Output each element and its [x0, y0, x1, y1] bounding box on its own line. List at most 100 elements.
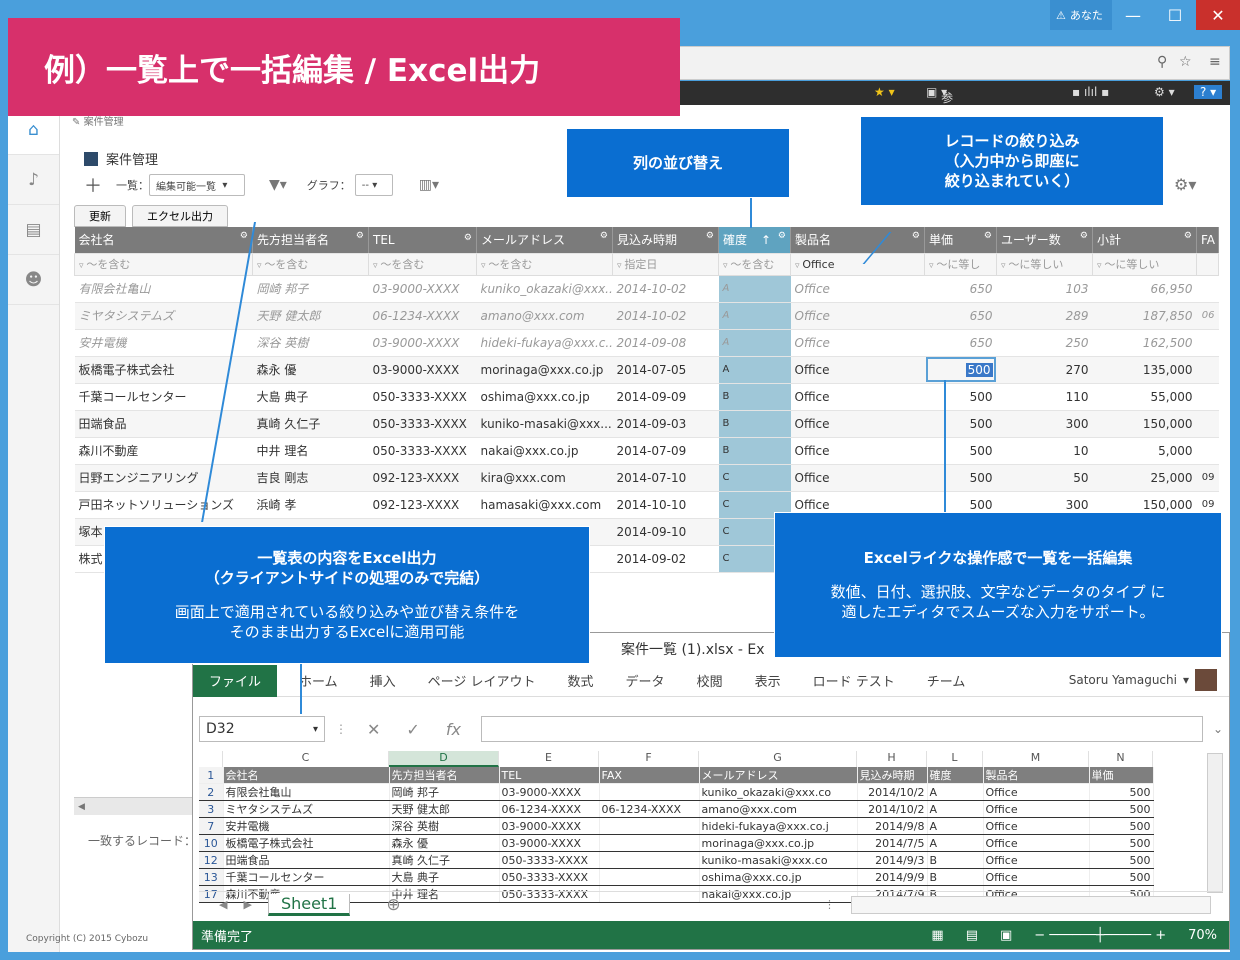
table-cell[interactable]: 06	[1196, 302, 1219, 330]
column-letter[interactable]: M	[983, 751, 1089, 767]
ribbon-tab[interactable]: ファイル	[193, 664, 278, 697]
spaces-menu[interactable]: ▣ 参加中のスペース ▾	[926, 85, 953, 224]
table-cell[interactable]: kuniko-masaki@xxx...	[476, 410, 613, 438]
table-cell[interactable]: 55,000	[1092, 383, 1197, 411]
sheet-cell[interactable]: ミヤタシステムズ	[223, 800, 390, 818]
chat-icon[interactable]: ▤	[8, 205, 59, 255]
sheet-cell[interactable]: 03-9000-XXXX	[499, 783, 600, 801]
column-menu-icon[interactable]: ⚙	[464, 233, 472, 243]
table-cell[interactable]: 250	[996, 329, 1093, 357]
table-cell[interactable]: 吉良 剛志	[252, 464, 369, 492]
app-settings-gear-icon[interactable]: ⚙▾	[1174, 175, 1196, 194]
sheet-row[interactable]: 3 ミヤタシステムズ 天野 健太郎 06-1234-XXXX 06-1234-XXXX a…	[199, 800, 1154, 818]
sheet-cell[interactable]: 3	[199, 800, 224, 818]
table-row[interactable]: ミヤタシステムズ 天野 健太郎 06-1234-XXXX amano@xxx.com 2…	[74, 302, 1219, 330]
sheet-cell[interactable]: B	[927, 868, 984, 886]
table-cell[interactable]: C	[718, 464, 791, 492]
sheet-cell[interactable]: 岡崎 邦子	[389, 783, 500, 801]
table-cell[interactable]: 050-3333-XXXX	[368, 383, 477, 411]
table-cell[interactable]: 有限会社亀山	[74, 275, 253, 303]
table-cell[interactable]: 050-3333-XXXX	[368, 410, 477, 438]
people-icon[interactable]: ☻	[8, 255, 59, 305]
sheet-cell[interactable]: 安井電機	[223, 817, 390, 835]
column-filter-input[interactable]: ▿ ～を含む	[252, 252, 369, 276]
page-layout-icon[interactable]: ▤	[966, 928, 978, 943]
column-header[interactable]: FA	[1196, 227, 1219, 254]
column-menu-icon[interactable]: ⚙	[240, 231, 248, 241]
sheet-cell[interactable]: A	[927, 783, 984, 801]
table-cell[interactable]: 森川不動産	[74, 437, 253, 465]
table-cell[interactable]: 2014-07-09	[612, 437, 719, 465]
sheet-cell[interactable]: morinaga@xxx.co.jp	[699, 834, 858, 852]
minimize-button[interactable]: —	[1112, 0, 1154, 30]
sheet-cell[interactable]: 050-3333-XXXX	[499, 868, 600, 886]
table-cell[interactable]: Office	[790, 302, 925, 330]
table-row[interactable]: 日野エンジニアリング 吉良 剛志 092-123-XXXX kira@xxx.com 2…	[74, 464, 1219, 492]
vertical-scrollbar[interactable]	[1207, 753, 1223, 893]
column-filter-input[interactable]: ▿ ～を含む	[476, 252, 613, 276]
column-header[interactable]: 製品名 ⚙	[790, 227, 925, 254]
table-cell[interactable]: 09	[1196, 464, 1219, 492]
favorite-star-icon[interactable]: ★ ▾	[874, 85, 895, 99]
table-cell[interactable]: 500	[924, 437, 997, 465]
ribbon-tab[interactable]: 数式	[552, 671, 610, 690]
table-cell[interactable]: nakai@xxx.co.jp	[476, 437, 613, 465]
table-cell[interactable]: 森永 優	[252, 356, 369, 384]
column-letter[interactable]: G	[699, 751, 857, 767]
table-row[interactable]: 田端食品 真崎 久仁子 050-3333-XXXX kuniko-masaki@xxx…	[74, 410, 1219, 438]
table-cell[interactable]: 2014-09-03	[612, 410, 719, 438]
sheet-row[interactable]: 10 板橋電子株式会社 森永 優 03-9000-XXXX morinaga@xxx.c…	[199, 834, 1154, 852]
column-filter-input[interactable]: ▿ 指定日	[612, 252, 719, 276]
table-cell[interactable]: 戸田ネットソリューションズ	[74, 491, 253, 519]
sheet-cell[interactable]: A	[927, 800, 984, 818]
column-filter-input[interactable]: ▿ ～を含む	[74, 252, 253, 276]
sheet-row[interactable]: 7 安井電機 深谷 英樹 03-9000-XXXX hideki-fukaya@xxx.…	[199, 817, 1154, 835]
search-icon[interactable]: ⚲	[1157, 54, 1167, 70]
table-cell[interactable]: 田端食品	[74, 410, 253, 438]
table-cell[interactable]: 650	[924, 329, 997, 357]
table-cell[interactable]	[1196, 383, 1219, 411]
column-header[interactable]: メールアドレス ⚙	[476, 227, 613, 254]
table-cell[interactable]: 500	[924, 410, 997, 438]
table-row[interactable]: 有限会社亀山 岡崎 邦子 03-9000-XXXX kuniko_okazaki@xx…	[74, 275, 1219, 303]
excel-export-button[interactable]: エクセル出力	[132, 205, 228, 227]
column-letter[interactable]: E	[499, 751, 599, 767]
table-cell[interactable]: 103	[996, 275, 1093, 303]
sheet-cell[interactable]: Office	[983, 783, 1090, 801]
table-cell[interactable]: 中井 理名	[252, 437, 369, 465]
table-cell[interactable]: Office	[790, 383, 925, 411]
table-cell[interactable]: 5,000	[1092, 437, 1197, 465]
column-menu-icon[interactable]: ⚙	[984, 231, 992, 241]
sheet-cell[interactable]: Office	[983, 834, 1090, 852]
table-cell[interactable]: 500	[924, 464, 997, 492]
table-cell[interactable]: 06-1234-XXXX	[368, 302, 477, 330]
sheet-header-cell[interactable]: 確度	[927, 767, 984, 784]
table-cell[interactable]: 2014-09-08	[612, 329, 719, 357]
prev-sheet-icon[interactable]: ◀	[219, 898, 227, 911]
ribbon-tab[interactable]: 校閲	[681, 671, 739, 690]
people-icon[interactable]: ▪ ılıl ▪	[1072, 85, 1109, 99]
table-cell[interactable]: 10	[996, 437, 1093, 465]
table-cell[interactable]: A	[718, 275, 791, 303]
formula-input[interactable]	[480, 716, 1203, 742]
menu-icon[interactable]: ≡	[1209, 54, 1221, 70]
table-cell[interactable]: 650	[924, 275, 997, 303]
help-icon[interactable]: ? ▾	[1194, 85, 1223, 99]
sheet-cell[interactable]: Office	[983, 817, 1090, 835]
column-header[interactable]: 確度 ↑ ⚙	[718, 227, 791, 254]
column-letter[interactable]: L	[927, 751, 983, 767]
table-row[interactable]: 板橋電子株式会社 森永 優 03-9000-XXXX morinaga@xxx.co.…	[74, 356, 1219, 384]
table-cell[interactable]: 050-3333-XXXX	[368, 437, 477, 465]
column-menu-icon[interactable]: ⚙	[778, 231, 786, 241]
table-cell[interactable]: hamasaki@xxx.com	[476, 491, 613, 519]
table-cell[interactable]: 187,850	[1092, 302, 1197, 330]
ribbon-tab[interactable]: ページ レイアウト	[412, 671, 552, 690]
column-menu-icon[interactable]: ⚙	[600, 231, 608, 241]
table-cell[interactable]: 25,000	[1092, 464, 1197, 492]
table-cell[interactable]: Office	[790, 275, 925, 303]
column-letter[interactable]: D	[389, 751, 499, 767]
table-cell[interactable]: kuniko_okazaki@xxx...	[476, 275, 613, 303]
table-cell[interactable]: 日野エンジニアリング	[74, 464, 253, 492]
sheet-cell[interactable]: 2014/9/8	[857, 817, 928, 835]
expand-formula-icon[interactable]: ⌄	[1213, 722, 1223, 736]
